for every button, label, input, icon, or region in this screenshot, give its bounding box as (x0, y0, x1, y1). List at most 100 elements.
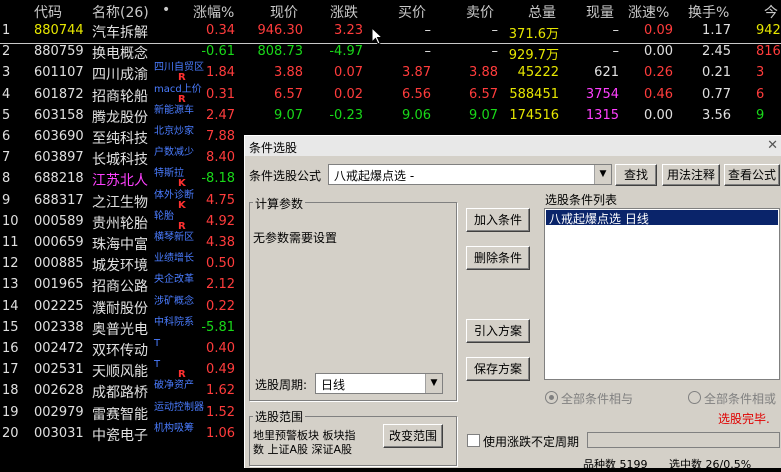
buy-price-value: – (424, 44, 432, 60)
chevron-down-icon[interactable]: ▼ (594, 165, 611, 184)
stock-code: 002628 (34, 383, 84, 399)
header-volume[interactable]: 总量 (528, 2, 556, 22)
stock-name: 长城科技 (92, 152, 148, 169)
change-pct-value: 1.62 (206, 383, 235, 399)
row-index: 3 (2, 65, 11, 81)
formula-value: 八戒起爆点选 - (334, 169, 415, 183)
stock-tag: 机构吸筹 (154, 422, 194, 434)
current-volume-value: 1315 (585, 107, 619, 123)
change-pct-value: 4.75 (206, 192, 235, 208)
done-status: 选股完毕. (718, 412, 770, 426)
header-dot: • (162, 2, 171, 18)
stock-name: 江苏北人 (92, 173, 148, 190)
change-pct-value: 4.38 (206, 235, 235, 250)
condition-list[interactable]: 八戒起爆点选 日线 (544, 208, 780, 380)
speed-value: 0.09 (644, 23, 673, 38)
formula-select[interactable]: 八戒起爆点选 - ▼ (328, 164, 612, 185)
stock-marker: R (178, 220, 186, 232)
change-pct-value: 4.92 (206, 213, 235, 229)
radio-and[interactable] (545, 391, 558, 404)
stock-tag: 体外诊断 (154, 189, 194, 201)
volume-value: 371.6万 (508, 27, 559, 42)
calc-params-title: 计算参数 (253, 195, 306, 212)
progress-bar (587, 432, 780, 448)
chevron-down-icon[interactable]: ▼ (425, 374, 442, 393)
extra-value: 6 (756, 86, 765, 102)
stock-name: 至纯科技 (92, 131, 148, 147)
price-value: 6.57 (274, 86, 303, 102)
change-range-button[interactable]: 改变范围 (383, 424, 443, 448)
save-plan-button[interactable]: 保存方案 (466, 357, 530, 381)
header-change[interactable]: 涨跌 (330, 2, 358, 22)
header-price[interactable]: 现价 (270, 2, 298, 22)
stock-tag: 轮胎 (154, 210, 174, 222)
table-row[interactable]: 5 603158 腾龙股份 新能源车 2.47 9.07 -0.23 9.06 9.07 1745… (0, 105, 781, 127)
usage-notes-button[interactable]: 用法注释 (662, 164, 720, 186)
condition-list-item[interactable]: 八戒起爆点选 日线 (546, 210, 778, 226)
table-row[interactable]: 3 601107 四川成渝 四川自贸区 R 1.84 3.88 0.07 3.87 3.88 452… (0, 62, 781, 84)
header-code[interactable]: 代码 (34, 2, 62, 22)
header-buy[interactable]: 买价 (398, 2, 426, 22)
use-uncertain-checkbox[interactable] (467, 434, 480, 447)
header-extra[interactable]: 今 (764, 2, 778, 22)
stock-name: 四川成渝 (92, 67, 148, 84)
stock-tag: 业绩增长 (154, 253, 194, 265)
dialog-titlebar[interactable]: 条件选股 ✕ (245, 136, 781, 156)
stock-code: 002338 (34, 319, 84, 335)
delete-condition-button[interactable]: 删除条件 (466, 246, 530, 270)
stock-tag: 运动控制器 (154, 401, 204, 413)
close-icon[interactable]: ✕ (767, 138, 778, 153)
stock-marker: R (178, 72, 186, 84)
table-row[interactable]: 2 880759 换电概念 -0.61 808.73 -4.97– –929.7万 –0.00… (0, 42, 781, 63)
radio-or-label: 全部条件相或 (704, 392, 777, 406)
header-speed[interactable]: 涨速% (628, 2, 669, 22)
change-pct-value: 7.88 (206, 129, 235, 144)
change-pct-value: 0.31 (206, 86, 235, 102)
table-row[interactable]: 4 601872 招商轮船 macd上价 R 0.31 6.57 0.02 6.56 6.57 58… (0, 84, 781, 106)
speed-value: 0.00 (644, 107, 673, 123)
row-index: 14 (2, 298, 19, 314)
stock-name: 中瓷电子 (92, 427, 148, 444)
stock-marker: K (178, 178, 186, 190)
buy-price-value: – (424, 23, 432, 38)
turnover-value: 0.77 (702, 86, 731, 102)
header-sell[interactable]: 卖价 (466, 2, 494, 22)
sell-price-value: – (491, 23, 499, 38)
stock-code: 880759 (34, 44, 84, 60)
stock-code: 603158 (34, 107, 84, 123)
condition-list-title: 选股条件列表 (545, 193, 618, 207)
sell-price-value: 3.88 (469, 65, 498, 81)
table-row[interactable]: 1 880744 汽车拆解 0.34 946.30 3.23– –371.6万 –0.09 1.… (0, 21, 781, 42)
stock-name: 双环传动 (92, 343, 148, 359)
stock-name: 天顺风能 (92, 364, 148, 381)
add-condition-button[interactable]: 加入条件 (466, 208, 530, 232)
view-formula-button[interactable]: 查看公式 (724, 164, 780, 186)
import-plan-button[interactable]: 引入方案 (466, 319, 530, 343)
speed-value: 0.26 (644, 65, 673, 81)
change-pct-value: 0.34 (206, 23, 235, 38)
condition-stock-picker-dialog: 条件选股 ✕ 条件选股公式 八戒起爆点选 - ▼ 查找 用法注释 查看公式 计算… (244, 135, 781, 471)
stock-code: 002472 (34, 341, 84, 356)
current-volume-value: – (612, 23, 620, 38)
price-value: 3.88 (274, 65, 303, 81)
stock-name: 腾龙股份 (92, 109, 148, 126)
stock-name: 换电概念 (92, 46, 148, 63)
extra-value: 3 (756, 65, 765, 81)
header-cur-vol[interactable]: 现量 (586, 2, 614, 22)
header-turnover[interactable]: 换手% (688, 2, 729, 22)
stock-tag: 户数减少 (154, 147, 194, 159)
price-value: 9.07 (274, 107, 303, 123)
period-value: 日线 (321, 378, 346, 392)
header-name[interactable]: 名称(26) (92, 2, 149, 22)
row-index: 16 (2, 341, 19, 356)
period-select[interactable]: 日线 ▼ (315, 373, 443, 394)
stock-tag: 破净资产 (154, 380, 194, 392)
find-button[interactable]: 查找 (615, 164, 657, 186)
price-value: 808.73 (257, 44, 304, 60)
radio-or[interactable] (688, 391, 701, 404)
stock-name: 招商轮船 (92, 88, 148, 105)
row-index: 4 (2, 86, 11, 102)
header-change-pct[interactable]: 涨幅% (193, 2, 234, 22)
mouse-cursor-icon (371, 27, 383, 45)
turnover-value: 2.45 (702, 44, 731, 60)
